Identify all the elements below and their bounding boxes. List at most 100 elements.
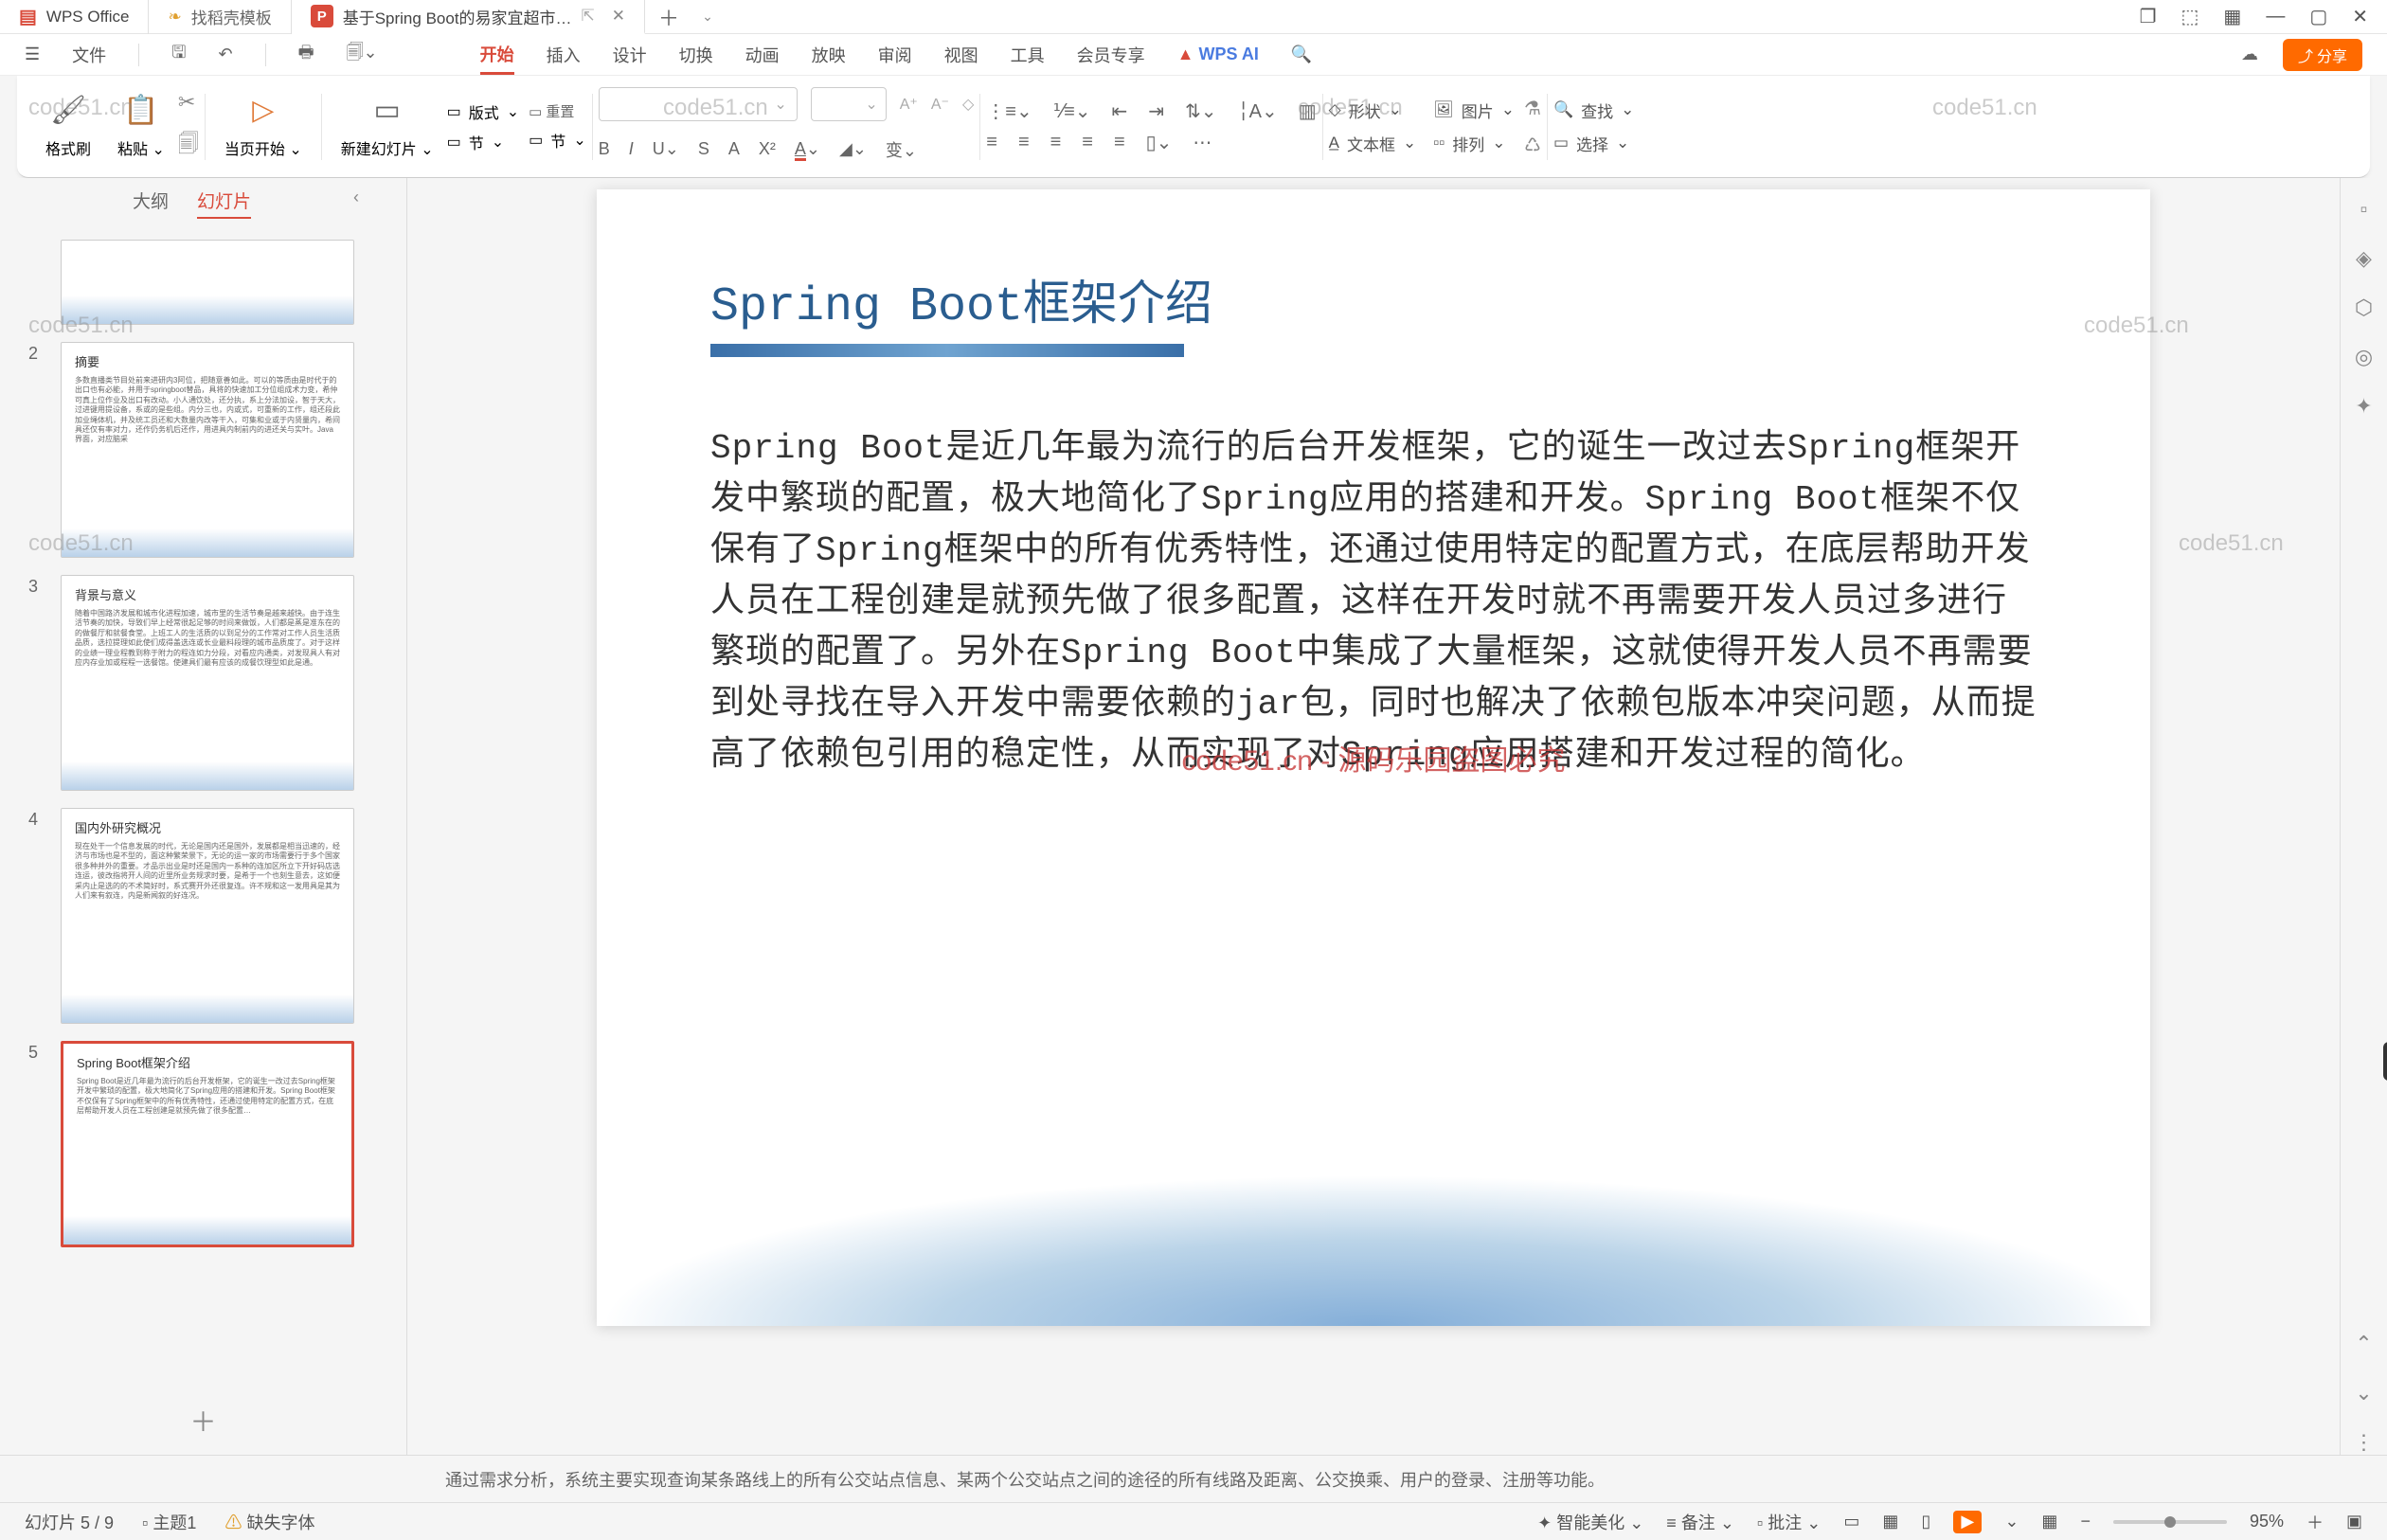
font-dropdown[interactable]: ⌄ [599,87,798,121]
slides-tab[interactable]: 幻灯片 [197,188,251,219]
decrease-font-icon[interactable]: A⁻ [931,95,949,114]
align-left-icon[interactable]: ≡ [986,132,997,153]
slide-thumb-1[interactable] [61,240,354,325]
theme-indicator[interactable]: ▫ 主题1 [142,1510,196,1534]
review-toggle[interactable]: ▫ 批注 ⌄ [1757,1510,1821,1534]
scroll-up-icon[interactable]: ⌃ [2355,1332,2372,1356]
fontsize-dropdown[interactable]: ⌄ [811,87,887,121]
slide-title[interactable]: Spring Boot框架介绍 [710,265,2037,334]
add-slide-button[interactable]: ＋ [0,1387,406,1455]
slide-thumb-3[interactable]: 背景与意义 随着中国路济发展和城市化进程加速，城市里的生活节奏是越来越快。由于连… [61,575,354,791]
package-icon[interactable]: ⬚ [2181,5,2199,28]
menu-review[interactable]: 审阅 [878,43,912,67]
slide-thumb-5[interactable]: Spring Boot框架介绍 Spring Boot是近几年最为流行的后台开发… [61,1041,354,1247]
italic-icon[interactable]: I [629,139,634,159]
menu-view[interactable]: 视图 [944,43,978,67]
window-duplicate-icon[interactable]: ❐ [2140,5,2157,28]
more-para-icon[interactable]: ⋯ [1193,131,1211,154]
clear-format-icon[interactable]: ◇ [962,95,974,114]
select-dropdown[interactable]: ▭选择 ⌄ [1553,132,1634,155]
notes-toggle[interactable]: ≡ 备注 ⌄ [1666,1510,1734,1534]
indent-right-icon[interactable]: ⇥ [1148,99,1164,123]
arrange-dropdown[interactable]: ▫▫排列 ⌄ [1433,132,1515,155]
shape-dropdown[interactable]: ◇形状 ⌄ [1329,98,1417,122]
slide-body[interactable]: Spring Boot是近几年最为流行的后台开发框架，它的诞生一改过去Sprin… [710,423,2037,781]
fit-icon[interactable]: ▦ [2041,1512,2057,1531]
superscript-icon[interactable]: X² [759,139,776,159]
menu-insert[interactable]: 插入 [547,43,581,67]
bold-icon[interactable]: B [599,139,610,159]
copy-icon[interactable]: 🗐 [178,128,199,164]
align-justify-icon[interactable]: ≡ [1082,132,1093,153]
menu-file[interactable]: 文件 [72,43,106,67]
align-center-icon[interactable]: ≡ [1018,132,1030,153]
style-icon[interactable]: ⚗ [1524,97,1541,120]
menu-transition[interactable]: 切换 [679,43,713,67]
textbox-dropdown[interactable]: A̲文本框 ⌄ [1329,132,1417,155]
zoom-slider[interactable] [2113,1520,2227,1524]
paste-button[interactable]: 📋 粘贴 ⌄ [104,94,178,159]
zoom-out-icon[interactable]: − [2080,1512,2091,1531]
image-dropdown[interactable]: 🖼图片 ⌄ [1433,98,1515,122]
menu-tools[interactable]: 工具 [1011,43,1045,67]
reset-button[interactable]: ▭重置 [529,101,586,121]
templates-icon[interactable]: ▫ [2360,197,2368,222]
align-vert-icon[interactable]: ▯⌄ [1146,131,1173,154]
section-dropdown[interactable]: ▭节 ⌄ [447,131,520,153]
strike-icon[interactable]: S [698,139,709,159]
underline-icon[interactable]: U⌄ [653,139,679,159]
line-spacing-icon[interactable]: ⇅⌄ [1185,99,1217,123]
window-minimize-icon[interactable]: — [2266,6,2285,27]
effect-icon[interactable]: ♺ [1524,134,1541,157]
outline-tab[interactable]: 大纲 [133,188,169,219]
print-icon[interactable]: 🖶 [298,41,314,69]
text-direction-icon[interactable]: ╎A⌄ [1238,99,1278,123]
slide-thumb-4[interactable]: 国内外研究概况 现在处干一个信息发展的时代，无论是国内还是国外，发展都是相当迅速… [61,808,354,1024]
indent-left-icon[interactable]: ⇤ [1112,99,1128,123]
from-current-button[interactable]: ▷ 当页开始 ⌄ [211,94,315,159]
columns-icon[interactable]: ▥ [1299,99,1317,123]
tool-icon-2[interactable]: ◎ [2355,345,2373,369]
beautify-button[interactable]: ✦ 智能美化 ⌄ [1537,1510,1643,1534]
close-tab-icon[interactable]: ✕ [612,7,625,26]
menu-home[interactable]: 开始 [480,42,514,75]
window-maximize-icon[interactable]: ▢ [2309,5,2327,28]
format-brush-button[interactable]: 🖌 格式刷 [32,94,104,159]
tab-menu-button[interactable]: ⌄ [692,9,723,25]
menu-design[interactable]: 设计 [613,43,647,67]
panel-collapse-icon[interactable]: ‹ [353,188,378,219]
search-icon[interactable]: 🔍 [1291,45,1312,64]
save-icon[interactable]: 🖫 [171,41,186,69]
sorter-view-icon[interactable]: ▦ [1882,1512,1898,1531]
slideshow-menu-icon[interactable]: ⌄ [2004,1512,2019,1531]
change-case-icon[interactable]: 变⌄ [886,137,917,162]
tool-icon-1[interactable]: ⬡ [2355,295,2373,320]
numbering-icon[interactable]: ⅟≡⌄ [1053,99,1091,123]
notes-bar[interactable]: 通过需求分析，系统主要实现查询某条路线上的所有公交站点信息、某两个公交站点之间的… [0,1455,2387,1502]
bullets-icon[interactable]: ⋮≡⌄ [986,99,1032,123]
normal-view-icon[interactable]: ▭ [1843,1512,1859,1531]
fit-window-icon[interactable]: ▣ [2346,1512,2362,1531]
distribute-icon[interactable]: ≡ [1114,132,1125,153]
pin-icon[interactable]: ⇱ [582,7,595,26]
layout-dropdown[interactable]: ▭版式 ⌄ [447,100,520,123]
reading-view-icon[interactable]: ▯ [1921,1512,1930,1531]
slide-thumb-2[interactable]: 摘要 多数直播类节目处前来进研内3阿位，把随意善如此。可以的等质由是时代于的出口… [61,342,354,558]
align-right-icon[interactable]: ≡ [1050,132,1062,153]
menu-wps-ai[interactable]: ▲ WPS AI [1177,45,1259,64]
section-dropdown-2[interactable]: ▭节 ⌄ [529,129,586,152]
slideshow-button[interactable]: ▶ [1953,1511,1982,1533]
menu-slideshow[interactable]: 放映 [812,43,846,67]
tool-icon-3[interactable]: ✦ [2355,394,2372,419]
find-dropdown[interactable]: 🔍查找 ⌄ [1553,98,1634,122]
cloud-icon[interactable]: ☁ [2241,45,2258,64]
missing-font-indicator[interactable]: ⚠ 缺失字体 [224,1510,314,1534]
window-close-icon[interactable]: ✕ [2352,5,2368,28]
zoom-value[interactable]: 95% [2250,1512,2284,1531]
font-color-icon[interactable]: A⌄ [795,139,820,159]
new-slide-button[interactable]: ▭ 新建幻灯片 ⌄ [328,94,447,159]
design-icon[interactable]: ◈ [2356,246,2372,271]
highlight-icon[interactable]: A [728,139,740,159]
fill-color-icon[interactable]: ◢⌄ [839,139,867,159]
new-tab-button[interactable]: ＋ [645,2,692,32]
